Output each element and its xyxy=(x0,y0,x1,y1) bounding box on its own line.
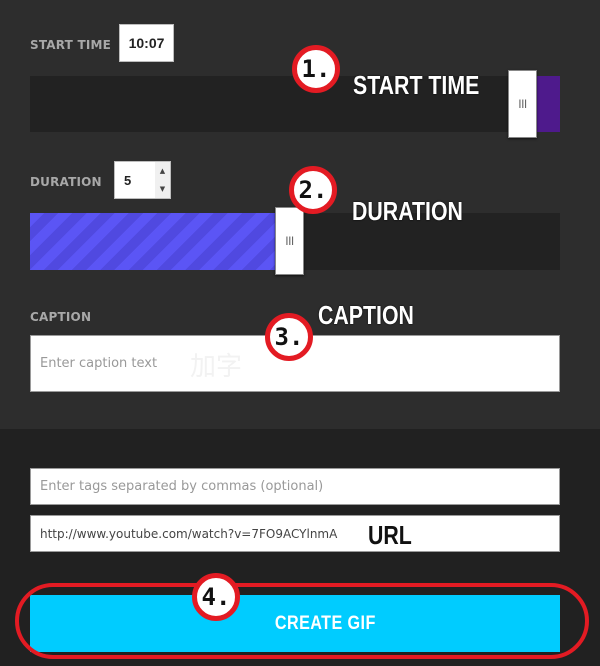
duration-fill xyxy=(30,213,277,270)
caption-label: CAPTION xyxy=(30,310,92,324)
start-time-input[interactable]: 10:07 xyxy=(119,24,174,62)
annotation-badge-1: 1. xyxy=(292,45,340,93)
duration-spin-buttons: ▲ ▼ xyxy=(155,162,170,198)
increment-icon[interactable]: ▲ xyxy=(155,162,170,180)
annotation-label-url: URL xyxy=(368,520,412,550)
duration-label: DURATION xyxy=(30,175,102,189)
duration-value[interactable]: 5 xyxy=(124,173,131,188)
start-time-slider-handle[interactable]: III xyxy=(508,70,537,138)
annotation-label-duration: DURATION xyxy=(352,196,463,226)
url-input[interactable]: http://www.youtube.com/watch?v=7FO9ACYln… xyxy=(30,515,560,552)
decrement-icon[interactable]: ▼ xyxy=(155,180,170,198)
start-time-track[interactable] xyxy=(30,76,560,132)
tags-input[interactable]: Enter tags separated by commas (optional… xyxy=(30,468,560,505)
start-time-fill xyxy=(536,76,560,132)
duration-slider-handle[interactable]: III xyxy=(275,207,304,275)
annotation-ring-create-gif xyxy=(15,583,589,659)
duration-stepper[interactable]: 5 ▲ ▼ xyxy=(114,161,171,199)
caption-watermark: 加字 xyxy=(190,352,243,382)
annotation-label-caption: CAPTION xyxy=(318,300,414,330)
start-time-label: START TIME xyxy=(30,38,112,52)
annotation-badge-2: 2. xyxy=(289,166,337,214)
annotation-label-start-time: START TIME xyxy=(353,70,480,100)
annotation-badge-3: 3. xyxy=(265,313,313,361)
annotation-badge-4: 4. xyxy=(192,573,240,621)
